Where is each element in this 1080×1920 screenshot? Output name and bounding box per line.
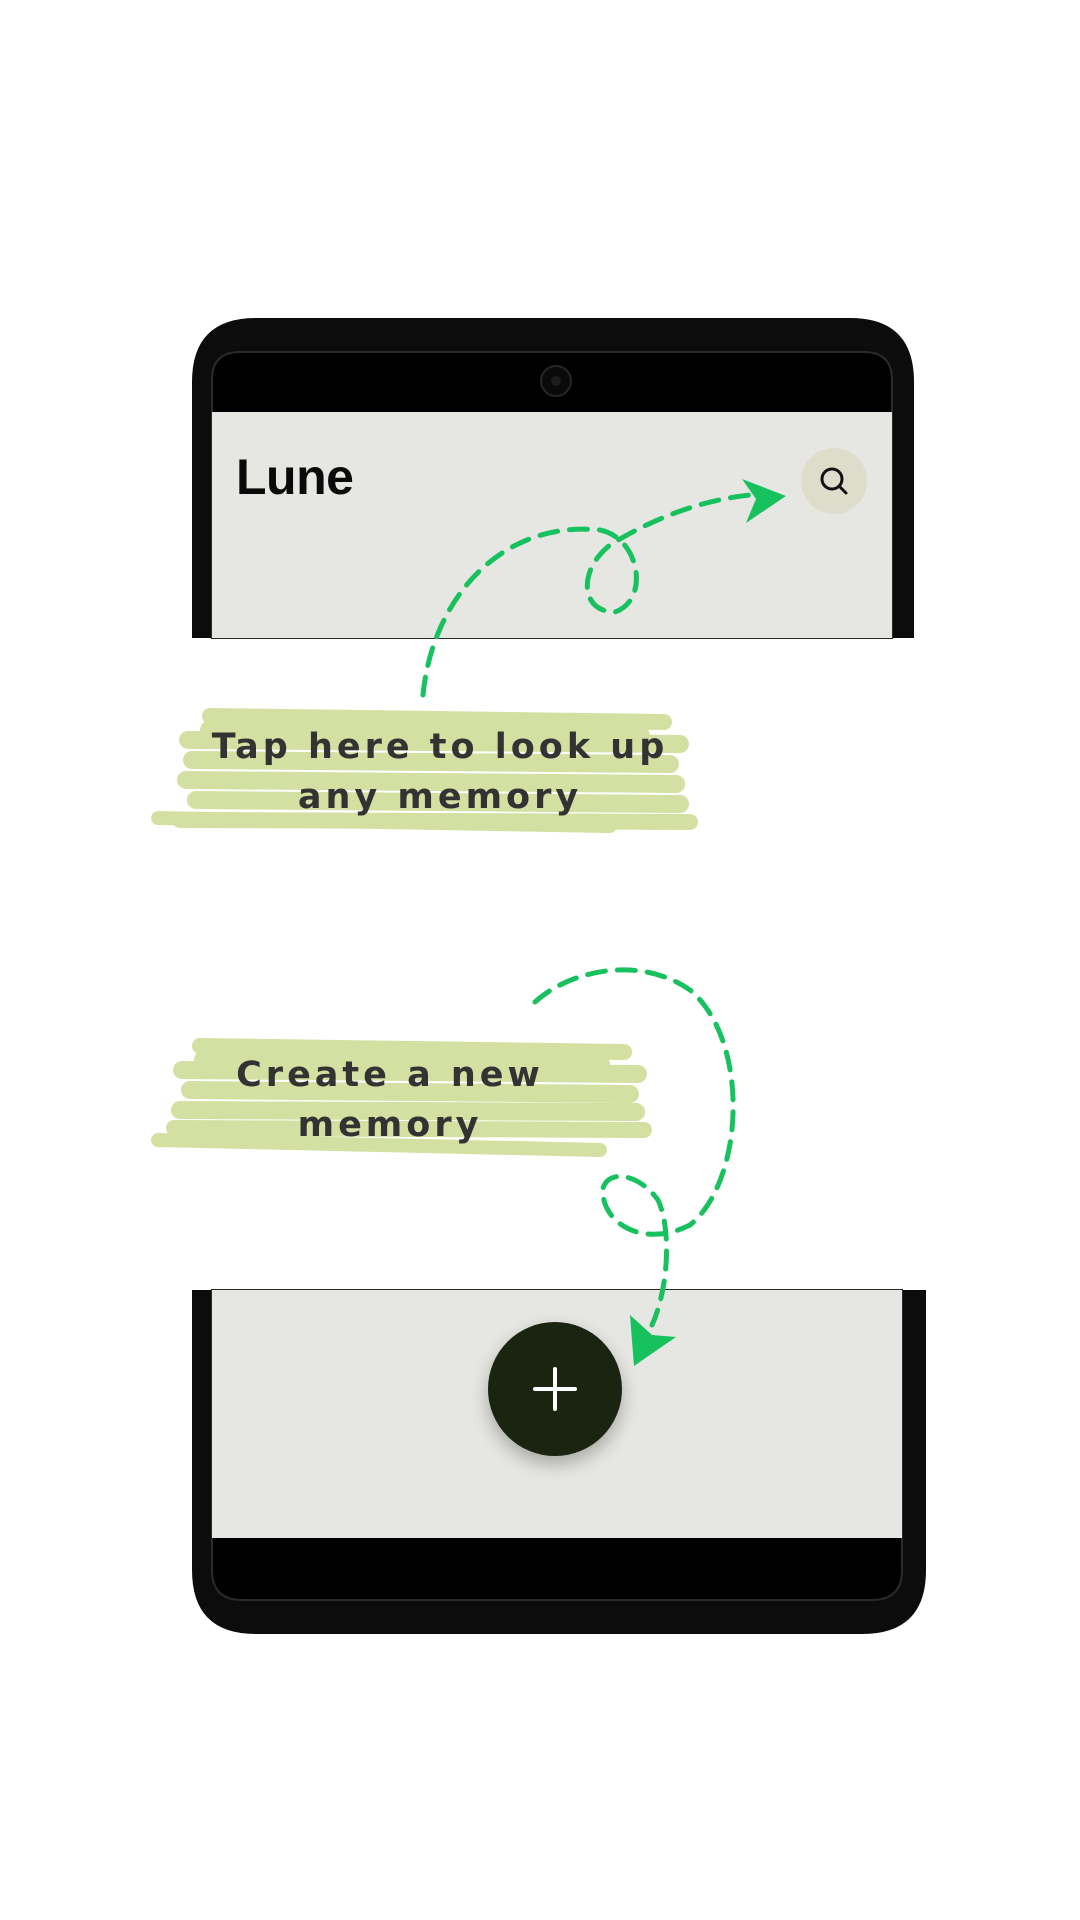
search-arrow-path xyxy=(420,492,753,698)
annotation-arrows xyxy=(420,479,786,1366)
fab-arrow-path xyxy=(532,967,736,1328)
search-arrowhead xyxy=(742,479,786,523)
